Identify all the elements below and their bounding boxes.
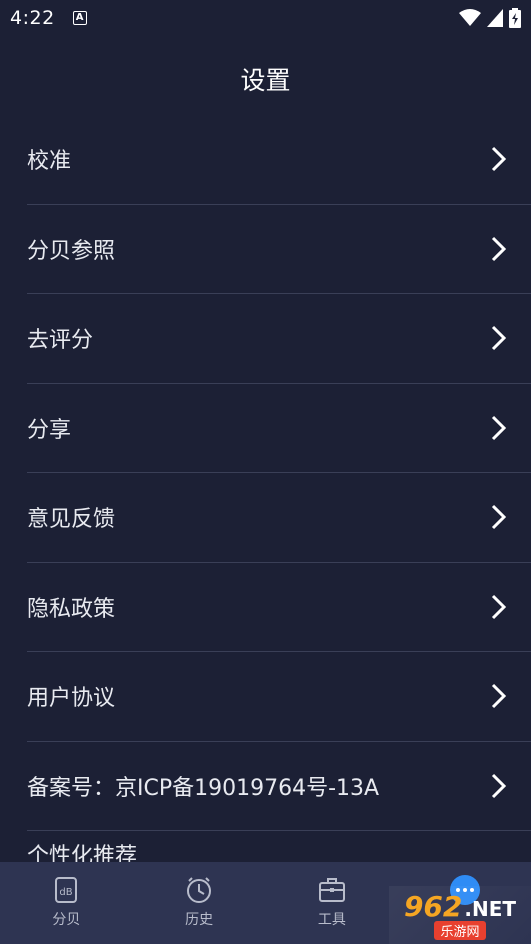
wifi-icon (459, 9, 481, 26)
chevron-right-icon (491, 147, 507, 172)
chevron-right-icon (491, 236, 507, 261)
page-title: 设置 (240, 66, 291, 95)
bottom-tab-bar: dB 分贝 历史 工具 962 .NET 乐游网 (0, 862, 531, 944)
status-icons (459, 8, 521, 28)
settings-item-label: 去评分 (27, 328, 94, 354)
watermark-logo: 962 .NET 乐游网 (389, 886, 531, 944)
chevron-right-icon (491, 415, 507, 440)
notification-icon: A (72, 11, 87, 25)
settings-item-icp-record[interactable]: 备案号：京ICP备19019764号-13A (27, 742, 531, 831)
chevron-right-icon (491, 326, 507, 351)
tab-decibel[interactable]: dB 分贝 (0, 862, 133, 944)
tab-label: 分贝 (52, 912, 81, 928)
tab-tools[interactable]: 工具 (266, 862, 399, 944)
settings-item-label: 意见反馈 (27, 507, 116, 533)
toolbox-icon (318, 878, 345, 902)
svg-text:dB: dB (60, 887, 73, 898)
tab-label: 工具 (317, 912, 346, 928)
settings-item-privacy-policy[interactable]: 隐私政策 (27, 563, 531, 652)
settings-item-label: 用户协议 (27, 686, 116, 712)
settings-item-label: 分享 (27, 417, 72, 443)
settings-item-feedback[interactable]: 意见反馈 (27, 473, 531, 563)
settings-item-decibel-reference[interactable]: 分贝参照 (27, 205, 531, 294)
chevron-right-icon (491, 773, 507, 798)
settings-item-label: 隐私政策 (27, 596, 116, 622)
tab-label: 历史 (185, 912, 214, 928)
watermark-number: 962 (403, 890, 463, 923)
settings-item-calibrate[interactable]: 校准 (27, 115, 531, 205)
battery-icon (509, 8, 521, 28)
settings-item-label: 备案号：京ICP备19019764号-13A (27, 775, 380, 801)
db-meter-icon: dB (55, 877, 78, 903)
status-bar: 4:22 A (0, 0, 531, 36)
settings-item-label: 校准 (27, 149, 72, 175)
signal-icon (487, 9, 503, 27)
watermark-suffix: .NET (464, 897, 517, 921)
settings-item-user-agreement[interactable]: 用户协议 (27, 652, 531, 742)
chevron-right-icon (491, 594, 507, 619)
tab-history[interactable]: 历史 (133, 862, 266, 944)
settings-item-share[interactable]: 分享 (27, 384, 531, 473)
chevron-right-icon (491, 684, 507, 709)
settings-item-rate[interactable]: 去评分 (27, 294, 531, 384)
watermark-subtitle: 乐游网 (434, 921, 486, 940)
settings-list: 校准 分贝参照 去评分 分享 意见反馈 隐私政策 用户协议 备案号：京ICP备1… (0, 115, 531, 831)
status-time: 4:22 (10, 7, 55, 29)
settings-item-label: 分贝参照 (27, 238, 116, 264)
chevron-right-icon (491, 505, 507, 530)
history-clock-icon (187, 877, 212, 903)
